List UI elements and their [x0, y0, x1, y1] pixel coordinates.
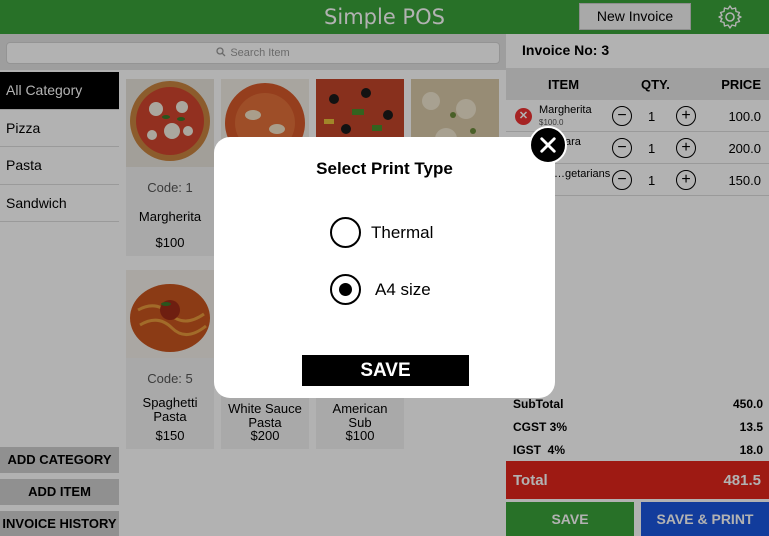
print-type-dialog: Select Print Type Thermal A4 size SAVE — [214, 137, 555, 398]
dialog-save-button[interactable]: SAVE — [302, 355, 469, 386]
option-thermal-label: Thermal — [371, 223, 434, 242]
radio-button-thermal[interactable] — [330, 217, 361, 248]
dialog-title: Select Print Type — [316, 159, 453, 178]
close-icon[interactable] — [529, 126, 567, 164]
radio-selected-dot — [339, 283, 352, 296]
option-a4-label: A4 size — [375, 280, 431, 299]
radio-button-a4[interactable] — [330, 274, 361, 305]
